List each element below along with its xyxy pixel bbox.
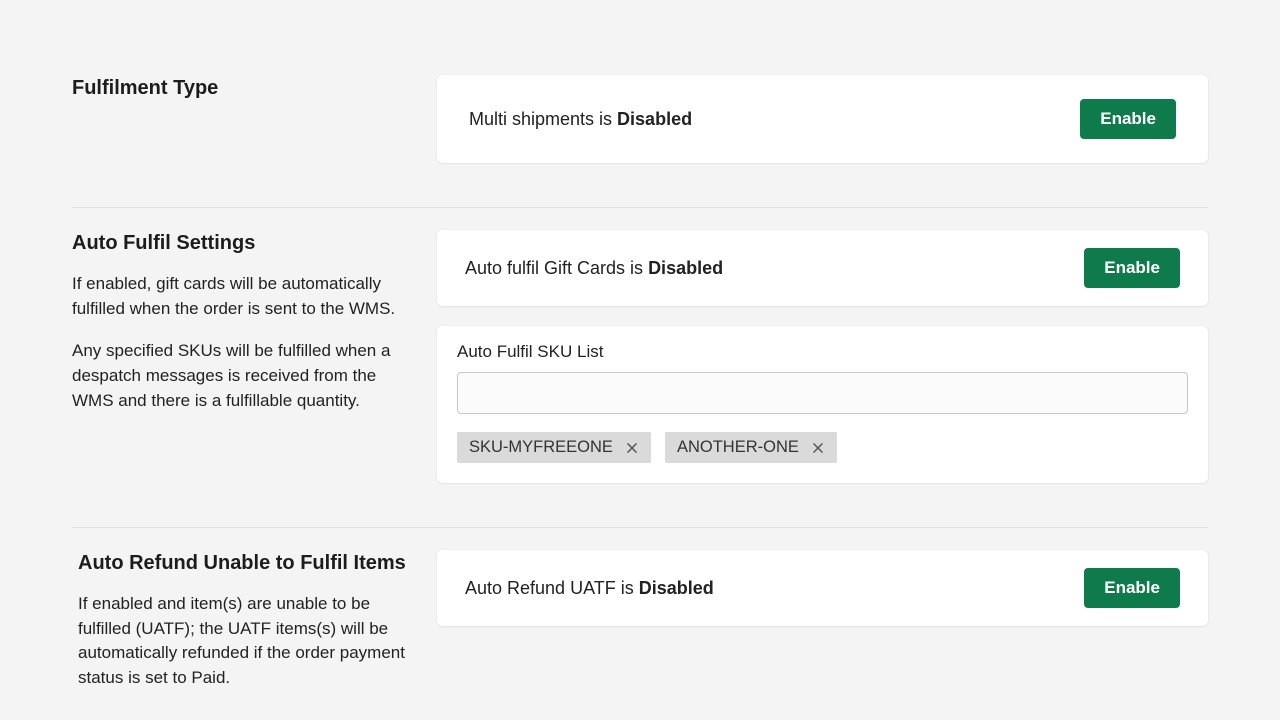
auto-fulfil-sku-chip-list: SKU-MYFREEONE ANOTHER-ONE [457, 432, 1188, 463]
auto-fulfil-giftcards-status-prefix: Auto fulfil Gift Cards is [465, 258, 648, 278]
multi-shipments-status: Multi shipments is Disabled [469, 109, 692, 130]
sku-chip-label: ANOTHER-ONE [677, 438, 799, 457]
auto-refund-uatf-status-value: Disabled [639, 578, 714, 598]
multi-shipments-status-value: Disabled [617, 109, 692, 129]
section-title-auto-refund: Auto Refund Unable to Fulfil Items [78, 550, 413, 576]
auto-refund-desc: If enabled and item(s) are unable to be … [78, 592, 413, 691]
section-title-fulfilment-type: Fulfilment Type [72, 75, 413, 101]
auto-refund-uatf-status-prefix: Auto Refund UATF is [465, 578, 639, 598]
multi-shipments-status-prefix: Multi shipments is [469, 109, 617, 129]
card-multi-shipments: Multi shipments is Disabled Enable [437, 75, 1208, 163]
section-auto-fulfil: Auto Fulfil Settings If enabled, gift ca… [72, 230, 1208, 528]
enable-auto-refund-uatf-button[interactable]: Enable [1084, 568, 1180, 608]
section-fulfilment-type: Fulfilment Type Multi shipments is Disab… [72, 75, 1208, 208]
sku-chip: SKU-MYFREEONE [457, 432, 651, 463]
section-auto-refund: Auto Refund Unable to Fulfil Items If en… [72, 550, 1208, 720]
card-auto-fulfil-giftcards: Auto fulfil Gift Cards is Disabled Enabl… [437, 230, 1208, 306]
sku-chip-label: SKU-MYFREEONE [469, 438, 613, 457]
close-icon[interactable] [809, 439, 827, 457]
close-icon[interactable] [623, 439, 641, 457]
card-auto-fulfil-skus: Auto Fulfil SKU List SKU-MYFREEONE ANOTHE… [437, 326, 1208, 483]
enable-multi-shipments-button[interactable]: Enable [1080, 99, 1176, 139]
auto-fulfil-sku-list-label: Auto Fulfil SKU List [457, 342, 1188, 362]
auto-fulfil-giftcards-status-value: Disabled [648, 258, 723, 278]
auto-refund-uatf-status: Auto Refund UATF is Disabled [465, 578, 714, 599]
auto-fulfil-desc-1: If enabled, gift cards will be automatic… [72, 272, 413, 321]
enable-auto-fulfil-giftcards-button[interactable]: Enable [1084, 248, 1180, 288]
auto-fulfil-giftcards-status: Auto fulfil Gift Cards is Disabled [465, 258, 723, 279]
sku-chip: ANOTHER-ONE [665, 432, 837, 463]
auto-fulfil-sku-input[interactable] [457, 372, 1188, 414]
auto-fulfil-desc-2: Any specified SKUs will be fulfilled whe… [72, 339, 413, 413]
section-title-auto-fulfil: Auto Fulfil Settings [72, 230, 413, 256]
card-auto-refund-uatf: Auto Refund UATF is Disabled Enable [437, 550, 1208, 626]
